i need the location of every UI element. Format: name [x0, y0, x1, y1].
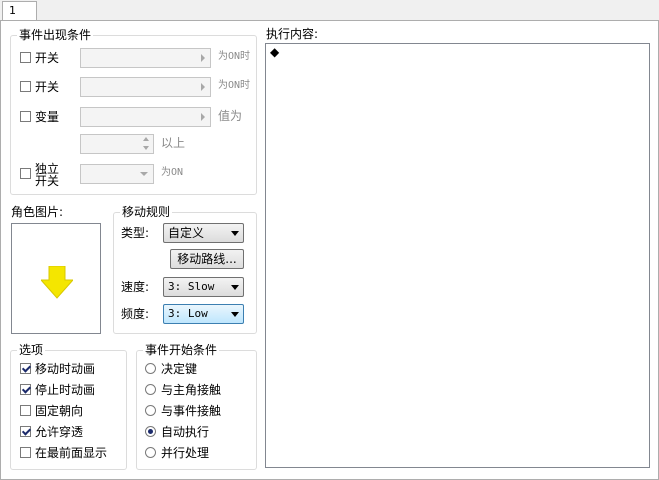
trigger-label-2: 与事件接触	[161, 404, 222, 418]
chevron-down-icon	[231, 285, 239, 290]
trigger-label-4: 并行处理	[161, 446, 210, 460]
tab-page-1[interactable]: 1	[2, 1, 37, 20]
trigger-label-1: 与主角接触	[161, 383, 222, 397]
variable-above-label: 以上	[161, 136, 186, 150]
switch2-checkbox[interactable]	[20, 81, 31, 92]
movement-speed-select[interactable]: 3: Slow	[163, 277, 244, 297]
switch2-label: 开关	[35, 80, 60, 94]
chevron-down-icon	[231, 231, 239, 236]
variable-suffix: 值为	[218, 109, 243, 123]
option-label-2: 固定朝向	[35, 404, 84, 418]
trigger-radio-1[interactable]	[145, 384, 156, 395]
conditions-title: 事件出现条件	[17, 28, 94, 42]
contents-first-line[interactable]: ◆	[270, 45, 279, 59]
option-label-3: 允许穿透	[35, 425, 84, 439]
self-switch-suffix: 为ON	[161, 167, 184, 178]
switch1-select[interactable]	[80, 48, 211, 68]
variable-label: 变量	[35, 110, 60, 124]
option-checkbox-3[interactable]	[20, 426, 31, 437]
trigger-radio-2[interactable]	[145, 405, 156, 416]
option-checkbox-4[interactable]	[20, 447, 31, 458]
variable-checkbox[interactable]	[20, 111, 31, 122]
spin-down-icon[interactable]	[143, 146, 149, 150]
variable-value-stepper[interactable]	[80, 134, 154, 154]
trigger-label-3: 自动执行	[161, 425, 210, 439]
down-arrow-sprite-icon	[41, 266, 73, 299]
trigger-radio-3[interactable]	[145, 426, 156, 437]
graphic-title: 角色图片:	[11, 205, 64, 219]
contents-list[interactable]: ◆	[265, 43, 650, 468]
spin-up-icon[interactable]	[143, 137, 149, 141]
trigger-radio-4[interactable]	[145, 447, 156, 458]
switch2-suffix: 为ON时	[218, 80, 251, 91]
option-label-1: 停止时动画	[35, 383, 96, 397]
chevron-down-icon	[231, 312, 239, 317]
switch1-label: 开关	[35, 51, 60, 65]
chevron-right-icon	[201, 113, 205, 121]
movement-freq-value: 3: Low	[168, 307, 208, 320]
option-label-4: 在最前面显示	[35, 446, 108, 460]
self-switch-checkbox[interactable]	[20, 168, 31, 179]
trigger-label-0: 决定键	[161, 362, 198, 376]
movement-type-label: 类型:	[121, 226, 150, 240]
switch1-suffix: 为ON时	[218, 51, 251, 62]
graphic-preview[interactable]	[11, 223, 101, 334]
option-checkbox-2[interactable]	[20, 405, 31, 416]
option-checkbox-1[interactable]	[20, 384, 31, 395]
contents-title: 执行内容:	[266, 27, 319, 41]
options-title: 选项	[17, 343, 46, 357]
movement-type-value: 自定义	[168, 226, 205, 240]
variable-select[interactable]	[80, 107, 211, 127]
chevron-right-icon	[201, 83, 205, 91]
chevron-right-icon	[201, 54, 205, 62]
trigger-title: 事件开始条件	[143, 343, 220, 357]
movement-type-select[interactable]: 自定义	[163, 223, 244, 243]
event-page-panel: 事件出现条件 开关 为ON时 开关 为ON时 变量 值为 以上 独立 开关 为O…	[0, 20, 659, 480]
trigger-radio-0[interactable]	[145, 363, 156, 374]
movement-freq-select[interactable]: 3: Low	[163, 304, 244, 324]
switch1-checkbox[interactable]	[20, 52, 31, 63]
movement-freq-label: 频度:	[121, 307, 150, 321]
movement-speed-value: 3: Slow	[168, 280, 215, 293]
movement-speed-label: 速度:	[121, 280, 150, 294]
option-checkbox-0[interactable]	[20, 363, 31, 374]
chevron-down-icon	[140, 172, 148, 176]
self-switch-label-line2: 开关	[35, 174, 60, 188]
movement-title: 移动规则	[120, 205, 173, 219]
option-label-0: 移动时动画	[35, 362, 96, 376]
switch2-select[interactable]	[80, 77, 211, 97]
self-switch-select[interactable]	[80, 164, 154, 184]
move-route-button[interactable]: 移动路线...	[170, 249, 244, 269]
